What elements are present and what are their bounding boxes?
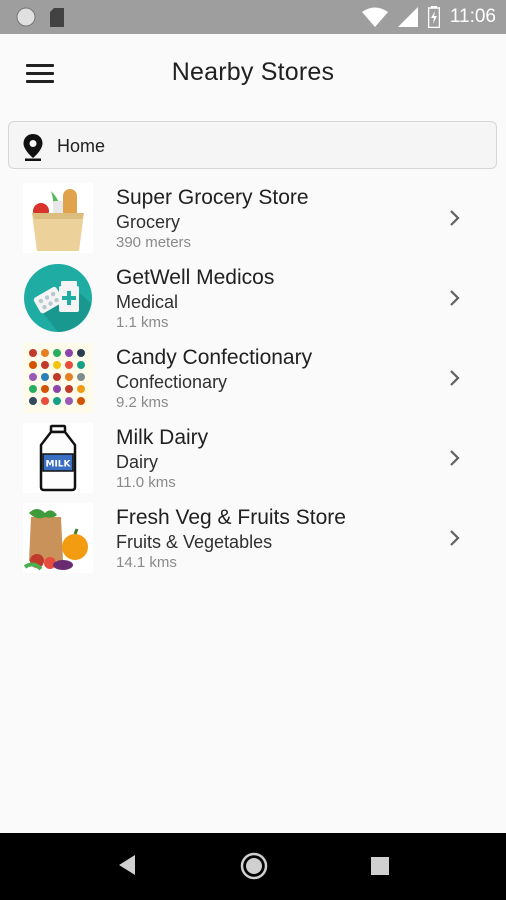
store-item[interactable]: MILK Milk Dairy Dairy 11.0 kms [0, 418, 506, 498]
store-name: Candy Confectionary [116, 346, 313, 369]
store-category: Grocery [116, 212, 181, 232]
cell-signal-icon [397, 7, 418, 27]
location-value: Home [57, 136, 106, 156]
store-distance: 11.0 kms [116, 474, 176, 491]
status-bar: 11:06 [0, 0, 506, 34]
store-list: Super Grocery Store Grocery 390 meters G… [0, 178, 506, 578]
sd-card-icon [50, 7, 64, 27]
chevron-right-icon [450, 450, 460, 466]
location-field[interactable]: Home [8, 121, 497, 169]
system-nav-bar [0, 833, 506, 900]
chevron-right-icon [450, 370, 460, 386]
store-name: Super Grocery Store [116, 186, 309, 209]
milk-bottle-icon: MILK [23, 423, 93, 493]
page-title: Nearby Stores [171, 58, 335, 86]
store-name: Fresh Veg & Fruits Store [116, 506, 346, 529]
candy-icon [23, 343, 93, 413]
recents-icon[interactable] [371, 857, 389, 875]
chevron-right-icon [450, 290, 460, 306]
battery-icon [427, 6, 440, 28]
store-distance: 9.2 kms [116, 394, 169, 411]
home-icon[interactable] [240, 852, 268, 880]
milk-label: MILK [45, 460, 71, 470]
store-name: GetWell Medicos [116, 266, 275, 289]
wifi-icon [361, 7, 388, 27]
store-distance: 1.1 kms [116, 314, 169, 331]
location-pin-icon [23, 134, 43, 161]
vegetables-icon [23, 503, 93, 573]
store-item[interactable]: Fresh Veg & Fruits Store Fruits & Vegeta… [0, 498, 506, 578]
back-icon[interactable] [117, 853, 137, 877]
store-category: Fruits & Vegetables [116, 532, 273, 552]
grocery-bag-icon [23, 183, 93, 253]
store-item[interactable]: Super Grocery Store Grocery 390 meters [0, 178, 506, 258]
app-bar: Nearby Stores [0, 34, 506, 116]
chevron-right-icon [450, 210, 460, 226]
notification-dot-icon [16, 7, 36, 27]
store-item[interactable]: GetWell Medicos Medical 1.1 kms [0, 258, 506, 338]
store-distance: 390 meters [116, 234, 192, 251]
store-category: Medical [116, 292, 179, 312]
status-time: 11:06 [449, 6, 496, 27]
store-item[interactable]: Candy Confectionary Confectionary 9.2 km… [0, 338, 506, 418]
store-category: Dairy [116, 452, 159, 472]
chevron-right-icon [450, 530, 460, 546]
store-category: Confectionary [116, 372, 228, 392]
medicine-icon [23, 263, 93, 333]
store-name: Milk Dairy [116, 426, 209, 449]
store-distance: 14.1 kms [116, 554, 177, 571]
